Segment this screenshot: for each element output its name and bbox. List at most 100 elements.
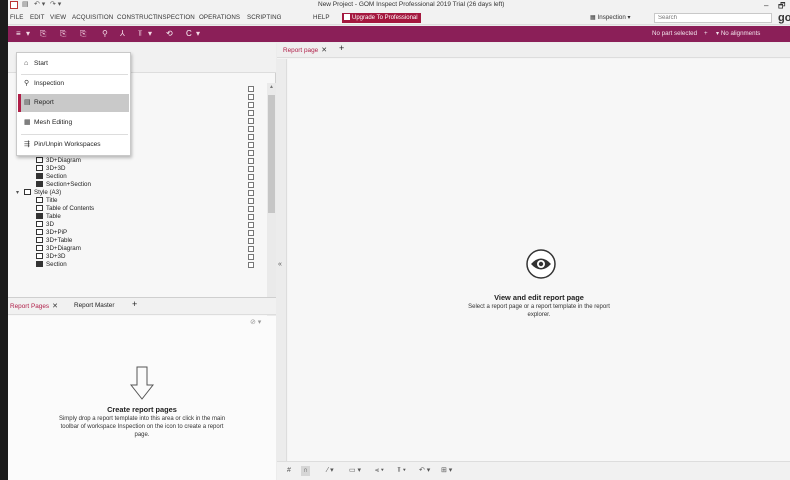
align-icon[interactable]: ⫪ bbox=[138, 29, 143, 39]
app-logo-icon bbox=[10, 1, 18, 9]
tree-item-style[interactable]: ▾ Style (A3) bbox=[16, 189, 61, 197]
report-view-panel: Report page ✕ + « View and edit report pa… bbox=[277, 43, 790, 480]
search-input[interactable] bbox=[654, 13, 772, 23]
chevron-down-icon[interactable]: ▾ bbox=[26, 29, 30, 39]
tree-item[interactable]: Section+Section bbox=[36, 181, 91, 189]
add-tab-button[interactable]: + bbox=[132, 299, 137, 309]
menu-item-start[interactable]: ⌂ Start bbox=[18, 55, 129, 73]
view-report-description: Select a report page or a report templat… bbox=[468, 304, 610, 318]
menu-view[interactable]: VIEW bbox=[50, 14, 66, 21]
menu-inspection[interactable]: INSPECTION bbox=[156, 14, 195, 21]
tree-item[interactable]: 3D+Diagram bbox=[36, 157, 81, 165]
minimize-button[interactable]: – bbox=[764, 1, 768, 10]
upgrade-button[interactable]: Upgrade To Professional bbox=[342, 13, 421, 23]
menu-item-pin-unpin[interactable]: ⇶ Pin/Unpin Workspaces bbox=[18, 136, 129, 154]
tab-report-page[interactable]: Report page ✕ bbox=[283, 46, 327, 54]
menu-help[interactable]: HELP bbox=[313, 14, 330, 21]
template-doc-icon bbox=[248, 222, 254, 228]
style-icon bbox=[24, 189, 31, 195]
tree-item[interactable]: 3D+Diagram bbox=[36, 245, 81, 253]
measure-icon[interactable]: ⅄ bbox=[120, 29, 125, 39]
close-icon[interactable]: ✕ bbox=[52, 303, 58, 310]
title-bar: ▤ ↶ ▾ ↷ ▾ New Project - GOM Inspect Prof… bbox=[8, 0, 790, 11]
hamburger-menu-icon[interactable]: ≡ bbox=[16, 29, 21, 39]
grid-snap-icon[interactable]: # bbox=[287, 466, 291, 476]
menu-bar: FILE EDIT VIEW ACQUISITION CONSTRUCT INS… bbox=[8, 11, 790, 25]
diagram-icon bbox=[36, 245, 43, 251]
menu-file[interactable]: FILE bbox=[10, 14, 23, 21]
menu-operations[interactable]: OPERATIONS bbox=[199, 14, 240, 21]
3d-table-icon bbox=[36, 237, 43, 243]
page-copy-icon[interactable]: ⎘ bbox=[60, 29, 66, 39]
menu-construct[interactable]: CONSTRUCT bbox=[117, 14, 157, 21]
panel-splitter[interactable]: « bbox=[277, 59, 287, 461]
frame-tool-icon[interactable]: ▭ ▾ bbox=[349, 466, 361, 476]
tab-report-master[interactable]: Report Master bbox=[74, 302, 115, 309]
table-tool-icon[interactable]: ⊞ ▾ bbox=[441, 466, 452, 476]
tree-item[interactable]: Table of Contents bbox=[36, 205, 94, 213]
save-icon[interactable]: ▤ bbox=[22, 1, 29, 9]
tree-item[interactable]: Section bbox=[36, 261, 67, 269]
menu-item-report[interactable]: ▤ Report bbox=[18, 94, 129, 112]
pip-icon bbox=[36, 229, 43, 235]
template-doc-icon bbox=[248, 94, 254, 100]
eye-icon bbox=[526, 249, 556, 279]
template-doc-icon bbox=[248, 174, 254, 180]
menu-item-inspection[interactable]: ⚲ Inspection bbox=[18, 75, 129, 93]
collapse-button[interactable]: « bbox=[278, 261, 282, 268]
add-tab-button[interactable]: + bbox=[339, 43, 344, 53]
scrollbar-thumb[interactable] bbox=[268, 95, 275, 213]
undo-icon[interactable]: ↶ ▾ bbox=[34, 1, 45, 9]
add-icon[interactable]: + bbox=[704, 30, 708, 37]
tree-item[interactable]: Table bbox=[36, 213, 61, 221]
menu-item-mesh-editing[interactable]: ▦ Mesh Editing bbox=[18, 114, 129, 132]
align-left-icon[interactable]: ⫷ ▾ bbox=[375, 466, 384, 476]
template-doc-icon bbox=[248, 198, 254, 204]
template-doc-icon bbox=[248, 110, 254, 116]
workspace-icon: ▦ bbox=[590, 14, 598, 21]
menu-edit[interactable]: EDIT bbox=[30, 14, 45, 21]
refresh-icon[interactable]: ⟲ bbox=[166, 29, 173, 39]
expand-icon[interactable]: ▾ bbox=[16, 189, 24, 197]
tree-item[interactable]: 3D+3D bbox=[36, 165, 65, 173]
page-add-icon[interactable]: ⎘ bbox=[40, 29, 46, 39]
section-icon bbox=[36, 173, 43, 179]
tab-report-pages[interactable]: Report Pages ✕ bbox=[10, 302, 58, 310]
magnet-icon[interactable]: ∩ bbox=[301, 466, 311, 476]
grid-icon: ▦ bbox=[24, 119, 31, 126]
title-page-icon bbox=[36, 197, 43, 203]
part-status[interactable]: No part selected bbox=[652, 30, 697, 37]
tag-icon[interactable]: ⊘ ▾ bbox=[250, 318, 261, 326]
align-top-icon[interactable]: ⫪ ▾ bbox=[397, 466, 406, 476]
menu-scripting[interactable]: SCRIPTING bbox=[247, 14, 282, 21]
bottom-tab-bar: Report Pages ✕ Report Master + bbox=[8, 297, 276, 315]
chevron-down-icon[interactable]: ▾ bbox=[148, 29, 152, 39]
template-doc-icon bbox=[248, 166, 254, 172]
template-doc-icon bbox=[248, 102, 254, 108]
redo-icon[interactable]: ↷ ▾ bbox=[50, 1, 61, 9]
tree-item[interactable]: Section bbox=[36, 173, 67, 181]
template-doc-icon bbox=[248, 214, 254, 220]
tree-item[interactable]: 3D bbox=[36, 221, 54, 229]
chevron-down-icon[interactable]: ▾ bbox=[196, 29, 200, 39]
menu-acquisition[interactable]: ACQUISITION bbox=[72, 14, 113, 21]
scroll-up-icon[interactable]: ▲ bbox=[269, 84, 274, 90]
pin-icon[interactable]: ⚲ bbox=[102, 29, 108, 39]
template-doc-icon bbox=[248, 246, 254, 252]
tree-item[interactable]: 3D+Table bbox=[36, 237, 72, 245]
3d-icon bbox=[36, 165, 43, 171]
tree-item[interactable]: 3D+PiP bbox=[36, 229, 67, 237]
report-canvas[interactable]: View and edit report page Select a repor… bbox=[288, 59, 790, 461]
recalculate-icon[interactable]: C bbox=[186, 29, 192, 39]
alignment-status[interactable]: ▾ No alignments bbox=[716, 30, 760, 37]
pin-icon: ⇶ bbox=[24, 141, 30, 148]
undo-layout-icon[interactable]: ↶ ▾ bbox=[419, 466, 430, 476]
workspace-select[interactable]: ▦ Inspection ▾ bbox=[590, 14, 631, 21]
close-icon[interactable]: ✕ bbox=[321, 47, 327, 54]
line-tool-icon[interactable]: ⁄ ▾ bbox=[327, 466, 334, 476]
tree-item[interactable]: 3D+3D bbox=[36, 253, 65, 261]
report-pages-area[interactable]: ⊘ ▾ Create report pages Simply drop a re… bbox=[8, 316, 276, 480]
restore-button[interactable]: 🗗 bbox=[778, 1, 786, 10]
tree-item[interactable]: Title bbox=[36, 197, 57, 205]
page-export-icon[interactable]: ⎘ bbox=[80, 29, 86, 39]
